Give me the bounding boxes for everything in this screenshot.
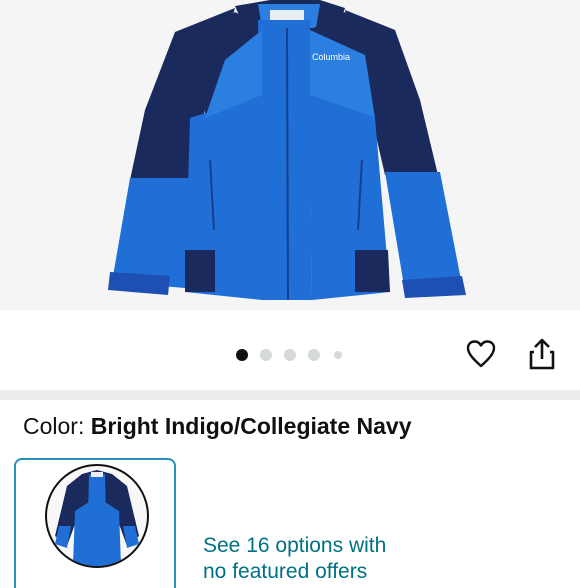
- color-swatch-image: [45, 464, 149, 568]
- carousel-dot-2[interactable]: [260, 349, 272, 361]
- carousel-dot-3[interactable]: [284, 349, 296, 361]
- section-divider: [0, 390, 580, 400]
- color-swatch-selected[interactable]: [14, 458, 176, 588]
- offers-line-1: See 16 options with: [203, 534, 387, 557]
- product-image[interactable]: Columbia: [0, 0, 580, 310]
- heart-icon[interactable]: [466, 340, 496, 368]
- offers-line-2: no featured offers: [203, 560, 368, 583]
- color-label: Color:: [23, 413, 85, 439]
- carousel-dot-5[interactable]: [334, 351, 342, 359]
- brand-logo: Columbia: [312, 52, 350, 62]
- share-icon[interactable]: [528, 337, 556, 371]
- color-selection-label: Color: Bright Indigo/Collegiate Navy: [23, 413, 412, 440]
- color-value: Bright Indigo/Collegiate Navy: [90, 413, 412, 439]
- carousel-dot-4[interactable]: [308, 349, 320, 361]
- jacket-illustration: Columbia: [108, 0, 466, 301]
- see-options-link[interactable]: See 16 options with no featured offers: [203, 533, 386, 585]
- carousel-dot-1[interactable]: [236, 349, 248, 361]
